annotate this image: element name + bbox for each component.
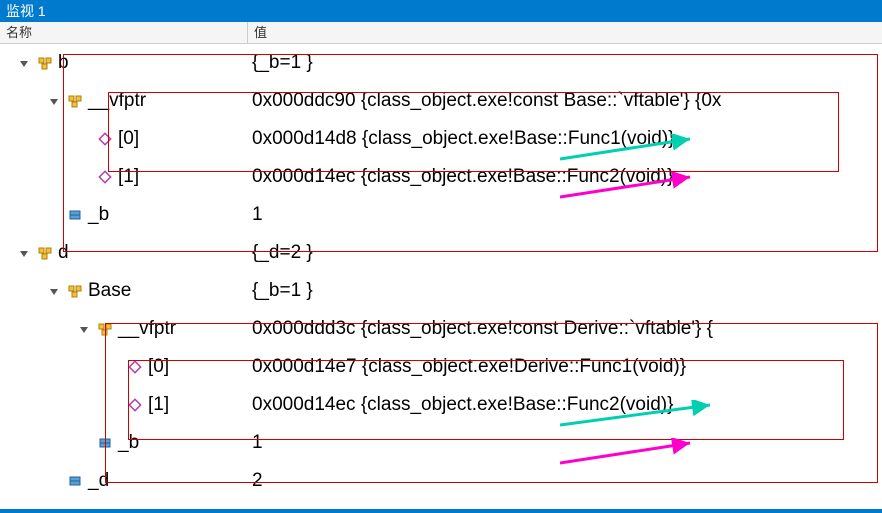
class-icon — [36, 54, 54, 72]
watch-name-cell[interactable]: [0] — [0, 356, 248, 378]
watch-value-cell[interactable]: 1 — [248, 204, 882, 226]
expander-placeholder — [78, 437, 90, 449]
watch-name-text: [0] — [118, 128, 139, 150]
watch-value-text: {_b=1 } — [252, 52, 313, 73]
watch-row[interactable]: [1] 0x000d14ec {class_object.exe!Base::Fu… — [0, 386, 882, 424]
method-icon — [126, 358, 144, 376]
collapse-expander-icon[interactable] — [78, 323, 90, 335]
expander-placeholder — [48, 209, 60, 221]
watch-name-text: _b — [118, 432, 139, 454]
watch-row[interactable]: b {_b=1 } — [0, 44, 882, 82]
watch-name-text: __vfptr — [88, 90, 146, 112]
watch-value-cell[interactable]: 1 — [248, 432, 882, 454]
watch-value-text: 0x000d14ec {class_object.exe!Base::Func2… — [252, 166, 673, 187]
watch-name-cell[interactable]: d — [0, 242, 248, 264]
watch-row[interactable]: d {_d=2 } — [0, 234, 882, 272]
method-icon — [96, 168, 114, 186]
watch-name-text: Base — [88, 280, 131, 302]
watch-name-cell[interactable]: b — [0, 52, 248, 74]
class-icon — [36, 244, 54, 262]
watch-name-cell[interactable]: _b — [0, 432, 248, 454]
watch-row[interactable]: [1] 0x000d14ec {class_object.exe!Base::Fu… — [0, 158, 882, 196]
field-icon — [66, 206, 84, 224]
watch-name-cell[interactable]: [1] — [0, 394, 248, 416]
watch-value-cell[interactable]: 0x000d14ec {class_object.exe!Base::Func2… — [248, 394, 882, 416]
class-icon — [66, 92, 84, 110]
header-value-col[interactable]: 值 — [248, 22, 882, 43]
watch-rows: b {_b=1 } __vfptr 0x000ddc90 {class_object.… — [0, 44, 882, 500]
expander-placeholder — [78, 171, 90, 183]
watch-name-text: _d — [88, 470, 109, 492]
watch-row[interactable]: _b 1 — [0, 424, 882, 462]
watch-name-text: b — [58, 52, 69, 74]
watch-value-text: 0x000d14e7 {class_object.exe!Derive::Fun… — [252, 356, 686, 377]
class-icon — [96, 320, 114, 338]
watch-name-text: [1] — [148, 394, 169, 416]
watch-value-cell[interactable]: {_d=2 } — [248, 242, 882, 264]
watch-value-cell[interactable]: 0x000d14e7 {class_object.exe!Derive::Fun… — [248, 356, 882, 378]
watch-row[interactable]: [0] 0x000d14d8 {class_object.exe!Base::Fu… — [0, 120, 882, 158]
watch-value-text: 1 — [252, 432, 263, 453]
watch-name-text: __vfptr — [118, 318, 176, 340]
watch-value-text: 0x000ddd3c {class_object.exe!const Deriv… — [252, 318, 713, 339]
watch-name-cell[interactable]: [1] — [0, 166, 248, 188]
collapse-expander-icon[interactable] — [48, 285, 60, 297]
watch-name-text: _b — [88, 204, 109, 226]
watch-value-cell[interactable]: 0x000d14d8 {class_object.exe!Base::Func1… — [248, 128, 882, 150]
watch-value-cell[interactable]: 2 — [248, 470, 882, 492]
watch-value-text: 0x000d14d8 {class_object.exe!Base::Func1… — [252, 128, 675, 149]
field-icon — [66, 472, 84, 490]
watch-name-text: [0] — [148, 356, 169, 378]
watch-row[interactable]: __vfptr 0x000ddc90 {class_object.exe!cons… — [0, 82, 882, 120]
watch-name-cell[interactable]: __vfptr — [0, 318, 248, 340]
header-name-col[interactable]: 名称 — [0, 22, 248, 43]
expander-placeholder — [78, 133, 90, 145]
watch-value-text: {_d=2 } — [252, 242, 313, 263]
collapse-expander-icon[interactable] — [48, 95, 60, 107]
watch-name-cell[interactable]: Base — [0, 280, 248, 302]
expander-placeholder — [108, 399, 120, 411]
collapse-expander-icon[interactable] — [18, 57, 30, 69]
watch-row[interactable]: _b 1 — [0, 196, 882, 234]
watch-row[interactable]: [0] 0x000d14e7 {class_object.exe!Derive::… — [0, 348, 882, 386]
expander-placeholder — [108, 361, 120, 373]
expander-placeholder — [48, 475, 60, 487]
field-icon — [96, 434, 114, 452]
watch-value-cell[interactable]: {_b=1 } — [248, 52, 882, 74]
watch-value-cell[interactable]: 0x000ddd3c {class_object.exe!const Deriv… — [248, 318, 882, 340]
watch-value-text: 2 — [252, 470, 263, 491]
watch-name-cell[interactable]: _b — [0, 204, 248, 226]
watch-header-row: 名称 值 — [0, 22, 882, 44]
watch-name-cell[interactable]: __vfptr — [0, 90, 248, 112]
watch-name-text: d — [58, 242, 69, 264]
class-icon — [66, 282, 84, 300]
method-icon — [96, 130, 114, 148]
watch-value-cell[interactable]: 0x000d14ec {class_object.exe!Base::Func2… — [248, 166, 882, 188]
watch-row[interactable]: _d 2 — [0, 462, 882, 500]
watch-name-cell[interactable]: _d — [0, 470, 248, 492]
method-icon — [126, 396, 144, 414]
window-bottom-border — [0, 509, 882, 513]
watch-value-cell[interactable]: 0x000ddc90 {class_object.exe!const Base:… — [248, 90, 882, 112]
watch-value-text: {_b=1 } — [252, 280, 313, 301]
watch-name-text: [1] — [118, 166, 139, 188]
watch-value-text: 1 — [252, 204, 263, 225]
collapse-expander-icon[interactable] — [18, 247, 30, 259]
watch-name-cell[interactable]: [0] — [0, 128, 248, 150]
watch-value-text: 0x000ddc90 {class_object.exe!const Base:… — [252, 90, 721, 111]
watch-value-text: 0x000d14ec {class_object.exe!Base::Func2… — [252, 394, 673, 415]
watch-row[interactable]: Base {_b=1 } — [0, 272, 882, 310]
watch-window-title: 监视 1 — [0, 0, 882, 22]
watch-value-cell[interactable]: {_b=1 } — [248, 280, 882, 302]
watch-row[interactable]: __vfptr 0x000ddd3c {class_object.exe!cons… — [0, 310, 882, 348]
